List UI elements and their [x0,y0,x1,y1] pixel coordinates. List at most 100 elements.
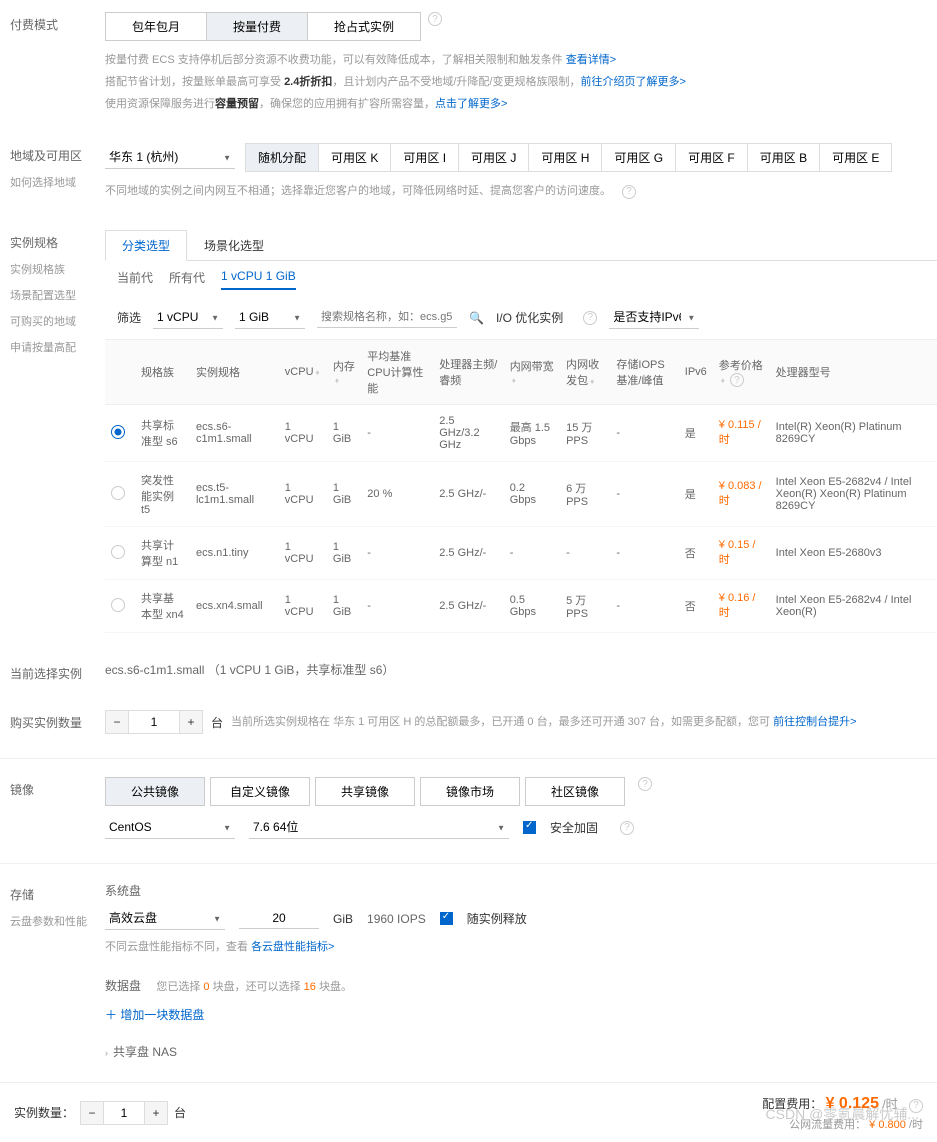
col-4[interactable]: 平均基准CPU计算性能 [361,340,433,405]
selected-section: 当前选择实例 ecs.s6-c1m1.small （1 vCPU 1 GiB，共… [0,649,937,698]
col-6[interactable]: 内网带宽♦ [504,340,560,405]
help-icon[interactable]: ? [622,185,636,199]
qty-unit: 台 [211,714,223,731]
release-checkbox[interactable] [440,912,453,925]
cell-vcpu: 1 vCPU [279,462,327,527]
subtab-current[interactable]: 当前代 [117,269,153,290]
zone-3[interactable]: 可用区 J [458,143,529,172]
row-radio[interactable] [111,425,125,439]
zone-2[interactable]: 可用区 I [390,143,459,172]
disk-perf-link[interactable]: 各云盘性能指标> [251,941,334,953]
table-row[interactable]: 共享计算型 n1 ecs.n1.tiny 1 vCPU 1 GiB - 2.5 … [105,527,937,580]
cell-bw: 最高 1.5 Gbps [504,405,560,462]
instance-sub-2[interactable]: 可购买的地域 [10,313,105,329]
instance-sub-3[interactable]: 申请按量高配 [10,339,105,355]
add-disk-link[interactable]: ＋ 增加一块数据盘 [105,1006,937,1023]
cell-vcpu: 1 vCPU [279,580,327,633]
zone-4[interactable]: 可用区 H [528,143,602,172]
cell-mem: 1 GiB [327,527,361,580]
image-shared[interactable]: 共享镜像 [315,777,415,806]
col-2[interactable]: vCPU♦ [279,340,327,405]
billing-options: 包年包月 按量付费 抢占式实例 ? [105,12,937,41]
footer-qty-plus[interactable]: + [144,1101,168,1125]
qty-link[interactable]: 前往控制台提升> [773,716,856,728]
footer-qty-input[interactable] [104,1101,144,1125]
search-input[interactable] [317,307,457,328]
disk-type-select[interactable]: 高效云盘 [105,907,225,930]
secure-checkbox[interactable] [523,821,536,834]
cell-price: ¥ 0.16 /时 [713,580,770,633]
help-icon[interactable]: ? [620,821,634,835]
table-row[interactable]: 共享基本型 xn4 ecs.xn4.small 1 vCPU 1 GiB - 2… [105,580,937,633]
tab-scenario[interactable]: 场景化选型 [187,230,281,261]
col-9[interactable]: IPv6 [679,340,713,405]
image-community[interactable]: 社区镜像 [525,777,625,806]
storage-section: 存储 云盘参数和性能 系统盘 高效云盘 GiB 1960 IOPS 随实例释放 … [0,863,937,1082]
qty-minus[interactable]: − [105,710,129,734]
cell-iops: - [610,462,678,527]
col-10[interactable]: 参考价格♦ ? [713,340,770,405]
cell-pps: - [560,527,610,580]
nas-toggle[interactable]: ›共享盘 NAS [105,1037,937,1066]
col-7[interactable]: 内网收发包♦ [560,340,610,405]
zone-0[interactable]: 随机分配 [245,143,319,172]
region-sublabel[interactable]: 如何选择地域 [10,174,105,190]
billing-payg[interactable]: 按量付费 [206,12,308,41]
subtab-all[interactable]: 所有代 [169,269,205,290]
billing-yearly[interactable]: 包年包月 [105,12,207,41]
zone-6[interactable]: 可用区 F [675,143,748,172]
image-custom[interactable]: 自定义镜像 [210,777,310,806]
instance-sub-1[interactable]: 场景配置选型 [10,287,105,303]
col-1[interactable]: 实例规格 [190,340,279,405]
storage-sublabel[interactable]: 云盘参数和性能 [10,913,105,929]
help-icon[interactable]: ? [638,777,652,791]
cell-iops: - [610,580,678,633]
sysdisk-label: 系统盘 [105,882,937,899]
table-row[interactable]: 共享标准型 s6 ecs.s6-c1m1.small 1 vCPU 1 GiB … [105,405,937,462]
cell-pps: 5 万 PPS [560,580,610,633]
row-radio[interactable] [111,545,125,559]
image-market[interactable]: 镜像市场 [420,777,520,806]
row-radio[interactable] [111,598,125,612]
col-5[interactable]: 处理器主频/睿频 [433,340,503,405]
help-icon[interactable]: ? [583,311,597,325]
ipv6-filter[interactable]: 是否支持IPv6 [609,306,699,329]
billing-spot[interactable]: 抢占式实例 [307,12,421,41]
os-select[interactable]: CentOS [105,816,235,839]
subtab-1v1g[interactable]: 1 vCPU 1 GiB [221,269,296,290]
instance-sub-0[interactable]: 实例规格族 [10,261,105,277]
region-select[interactable]: 华东 1 (杭州) [105,146,235,169]
qty-input[interactable] [129,710,179,734]
footer-qty-minus[interactable]: − [80,1101,104,1125]
disk-size-input[interactable] [239,908,319,929]
billing-link-3[interactable]: 点击了解更多> [435,98,507,110]
cell-pps: 15 万 PPS [560,405,610,462]
qty-plus[interactable]: + [179,710,203,734]
image-public[interactable]: 公共镜像 [105,777,205,806]
billing-link-2[interactable]: 前往介绍页了解更多> [580,76,685,88]
zone-7[interactable]: 可用区 B [747,143,820,172]
version-select[interactable]: 7.6 64位 [249,816,509,839]
cell-iops: - [610,527,678,580]
mem-filter[interactable]: 1 GiB [235,306,305,329]
watermark: CSDN @零氪晨解忧辅... [766,1104,919,1124]
col-11[interactable]: 处理器型号 [770,340,937,405]
vcpu-filter[interactable]: 1 vCPU [153,306,223,329]
col-3[interactable]: 内存♦ [327,340,361,405]
search-icon[interactable]: 🔍 [469,311,484,325]
col-8[interactable]: 存储IOPS 基准/峰值 [610,340,678,405]
zone-1[interactable]: 可用区 K [318,143,391,172]
billing-link-1[interactable]: 查看详情> [566,54,616,66]
cell-perf: - [361,405,433,462]
tab-category[interactable]: 分类选型 [105,230,187,261]
cell-ipv6: 否 [679,580,713,633]
cell-spec: ecs.xn4.small [190,580,279,633]
cell-ipv6: 是 [679,405,713,462]
zone-5[interactable]: 可用区 G [601,143,676,172]
zone-8[interactable]: 可用区 E [819,143,892,172]
table-row[interactable]: 突发性能实例 t5 ecs.t5-lc1m1.small 1 vCPU 1 Gi… [105,462,937,527]
cell-mem: 1 GiB [327,462,361,527]
row-radio[interactable] [111,486,125,500]
col-0[interactable]: 规格族 [135,340,190,405]
help-icon[interactable]: ? [428,12,442,26]
